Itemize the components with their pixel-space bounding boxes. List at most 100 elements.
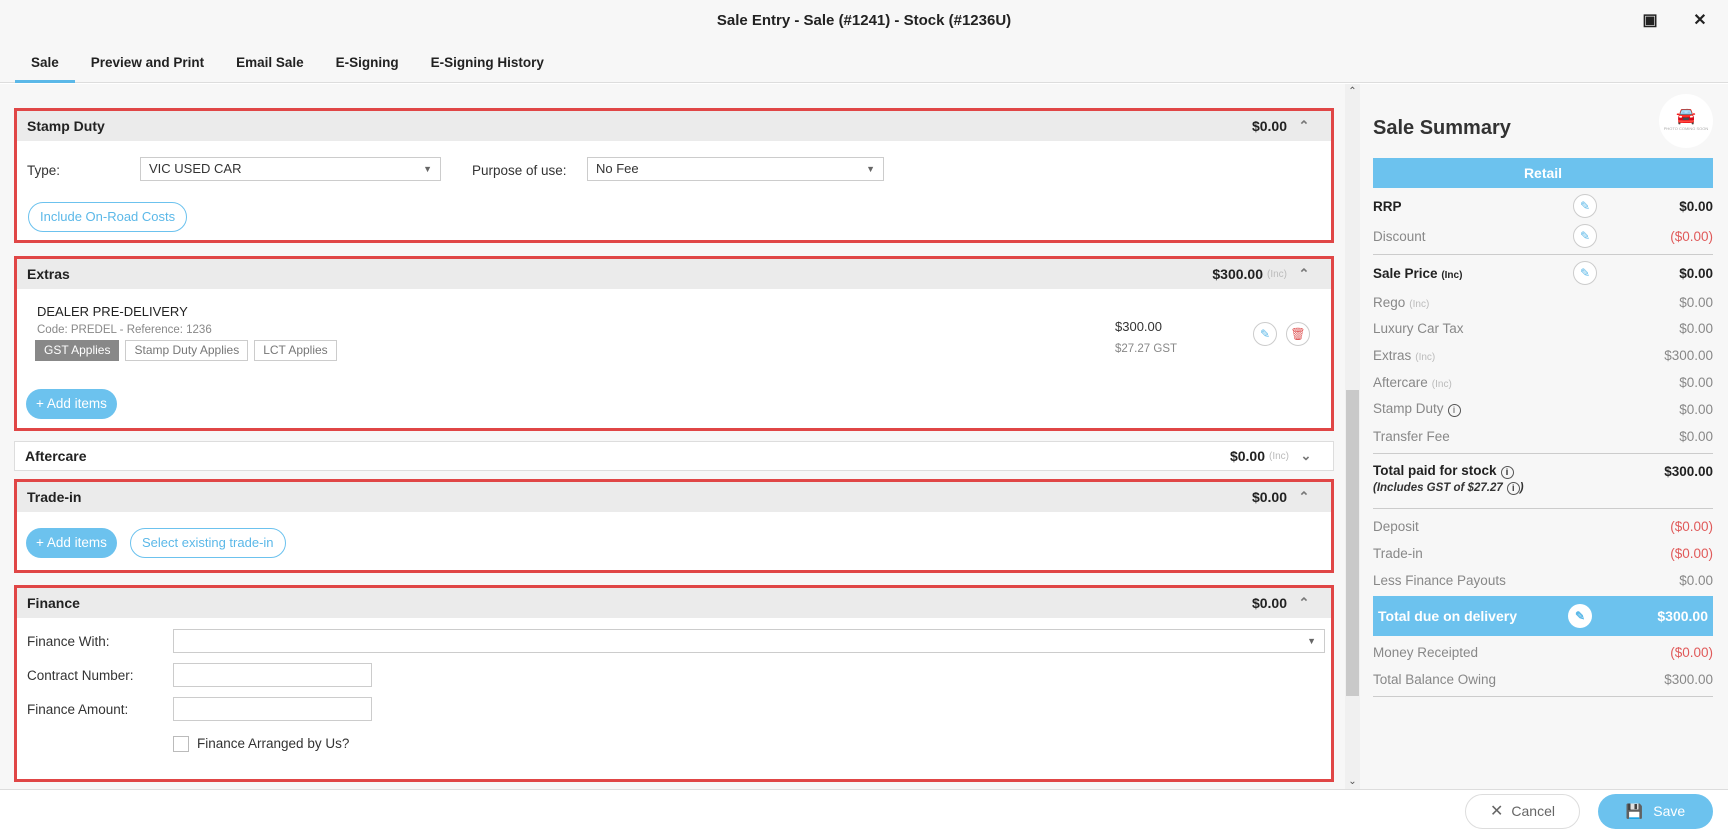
edit-sale-price-pencil-icon[interactable]: ✎ bbox=[1573, 261, 1597, 285]
add-items-label: Add items bbox=[46, 396, 107, 411]
tab-email-sale[interactable]: Email Sale bbox=[220, 41, 320, 83]
extras-value: $300.00 bbox=[1664, 347, 1713, 363]
finance-payouts-value: $0.00 bbox=[1679, 572, 1713, 588]
rrp-row: RRP $0.00 bbox=[1373, 194, 1713, 218]
summary-title: Sale Summary bbox=[1373, 117, 1511, 139]
tab-e-signing-history[interactable]: E-Signing History bbox=[415, 41, 560, 83]
aftercare-row: Aftercare (Inc) $0.00 bbox=[1373, 370, 1713, 394]
lct-label: Luxury Car Tax bbox=[1373, 320, 1464, 336]
save-button[interactable]: 💾 Save bbox=[1598, 794, 1713, 829]
extra-item-gst: $27.27 GST bbox=[1115, 343, 1178, 355]
inc-label: (Inc) bbox=[1431, 378, 1452, 390]
purpose-select[interactable]: No Fee ▼ bbox=[587, 157, 884, 181]
caret-down-icon: ▼ bbox=[1307, 636, 1316, 646]
section-title: Extras bbox=[27, 266, 70, 282]
rego-label: Rego bbox=[1373, 294, 1406, 310]
extras-section: Extras $300.00 (Inc) ⌃ DEALER PRE-DELIVERY … bbox=[14, 256, 1334, 431]
lct-row: Luxury Car Tax $0.00 bbox=[1373, 316, 1713, 340]
section-amount: $0.00 bbox=[1251, 595, 1287, 611]
tab-e-signing[interactable]: E-Signing bbox=[320, 41, 415, 83]
divider bbox=[1373, 508, 1713, 509]
aftercare-value: $0.00 bbox=[1679, 374, 1713, 390]
add-extras-button[interactable]: + Add items bbox=[26, 389, 117, 419]
divider bbox=[1373, 254, 1713, 255]
retail-mode-banner[interactable]: Retail bbox=[1373, 158, 1713, 188]
edit-rrp-pencil-icon[interactable]: ✎ bbox=[1573, 194, 1597, 218]
contract-number-label: Contract Number: bbox=[27, 668, 134, 683]
balance-owing-label: Total Balance Owing bbox=[1373, 671, 1497, 687]
edit-pencil-icon[interactable]: ✎ bbox=[1253, 322, 1277, 346]
balance-owing-value: $300.00 bbox=[1664, 671, 1713, 687]
aftercare-header[interactable]: Aftercare $0.00 (Inc) ⌄ bbox=[15, 442, 1333, 470]
type-select[interactable]: VIC USED CAR ▼ bbox=[140, 157, 441, 181]
scroll-down-icon[interactable]: ⌄ bbox=[1345, 776, 1360, 787]
lct-applies-tag[interactable]: LCT Applies bbox=[254, 340, 337, 361]
section-amount: $0.00 bbox=[1229, 448, 1265, 464]
purpose-label: Purpose of use: bbox=[472, 163, 567, 178]
aftercare-section: Aftercare $0.00 (Inc) ⌄ bbox=[14, 441, 1334, 471]
extra-item-price: $300.00 bbox=[1115, 319, 1162, 334]
finance-with-label: Finance With: bbox=[27, 634, 110, 649]
car-icon: 🚘 bbox=[1676, 108, 1696, 125]
finance-arranged-checkbox[interactable] bbox=[173, 736, 189, 752]
finance-with-select[interactable]: ▼ bbox=[173, 629, 1325, 653]
stamp-duty-label: Stamp Duty bbox=[1373, 401, 1444, 416]
inc-label: (Inc) bbox=[1415, 351, 1436, 363]
tab-preview-and-print[interactable]: Preview and Print bbox=[75, 41, 220, 83]
section-amount: $0.00 bbox=[1251, 489, 1287, 505]
aftercare-label: Aftercare bbox=[1373, 374, 1428, 390]
section-amount: $300.00 bbox=[1212, 266, 1263, 282]
edit-total-due-pencil-icon[interactable]: ✎ bbox=[1568, 604, 1592, 628]
scrollbar[interactable]: ⌃ ⌄ bbox=[1345, 84, 1360, 789]
footer: ✕ Cancel 💾 Save bbox=[0, 789, 1728, 832]
tab-sale[interactable]: Sale bbox=[15, 41, 75, 83]
delete-trash-icon[interactable]: 🗑 bbox=[1286, 322, 1310, 346]
sale-price-label: Sale Price bbox=[1373, 265, 1438, 281]
stamp-duty-applies-tag[interactable]: Stamp Duty Applies bbox=[125, 340, 249, 361]
add-trade-in-button[interactable]: + Add items bbox=[26, 528, 117, 558]
chevron-up-icon[interactable]: ⌃ bbox=[1287, 595, 1321, 611]
close-icon[interactable]: ✕ bbox=[1682, 0, 1718, 41]
window-title: Sale Entry - Sale (#1241) - Stock (#1236… bbox=[716, 12, 1012, 29]
plus-icon: + bbox=[36, 535, 47, 550]
vehicle-photo-placeholder: 🚘 PHOTO COMING SOON bbox=[1659, 94, 1713, 148]
money-receipted-row: Money Receipted ($0.00) bbox=[1373, 640, 1713, 664]
extra-item-code: Code: PREDEL - Reference: 1236 bbox=[37, 324, 212, 336]
scrollbar-thumb[interactable] bbox=[1346, 390, 1359, 696]
chevron-up-icon[interactable]: ⌃ bbox=[1287, 489, 1321, 505]
select-existing-trade-in-button[interactable]: Select existing trade-in bbox=[130, 528, 286, 558]
finance-section: Finance $0.00 ⌃ Finance With: ▼ Contract N… bbox=[14, 585, 1334, 782]
rrp-label: RRP bbox=[1373, 198, 1402, 214]
stamp-duty-header[interactable]: Stamp Duty $0.00 ⌃ bbox=[17, 111, 1331, 141]
scroll-up-icon[interactable]: ⌃ bbox=[1345, 86, 1360, 97]
floppy-disk-icon: 💾 bbox=[1625, 803, 1644, 819]
finance-amount-input[interactable] bbox=[173, 697, 372, 721]
chevron-down-icon[interactable]: ⌄ bbox=[1289, 448, 1323, 464]
include-on-road-costs-button[interactable]: Include On-Road Costs bbox=[28, 202, 188, 232]
trade-in-header[interactable]: Trade-in $0.00 ⌃ bbox=[17, 482, 1331, 512]
deposit-label: Deposit bbox=[1373, 518, 1419, 534]
gst-applies-tag[interactable]: GST Applies bbox=[35, 340, 120, 361]
finance-header[interactable]: Finance $0.00 ⌃ bbox=[17, 588, 1331, 618]
close-x-icon: ✕ bbox=[1490, 803, 1504, 820]
contract-number-input[interactable] bbox=[173, 663, 372, 687]
edit-discount-pencil-icon[interactable]: ✎ bbox=[1573, 224, 1597, 248]
finance-amount-label: Finance Amount: bbox=[27, 702, 129, 717]
transfer-fee-label: Transfer Fee bbox=[1373, 428, 1450, 444]
chevron-up-icon[interactable]: ⌃ bbox=[1287, 118, 1321, 134]
extras-header[interactable]: Extras $300.00 (Inc) ⌃ bbox=[17, 259, 1331, 289]
info-icon[interactable]: i bbox=[1447, 404, 1461, 417]
total-paid-value: $300.00 bbox=[1664, 463, 1713, 479]
cancel-button[interactable]: ✕ Cancel bbox=[1465, 794, 1580, 829]
inc-label: (Inc) bbox=[1267, 268, 1287, 280]
finance-payouts-row: Less Finance Payouts $0.00 bbox=[1373, 568, 1713, 592]
deposit-row: Deposit ($0.00) bbox=[1373, 514, 1713, 538]
rrp-value: $0.00 bbox=[1679, 198, 1713, 214]
gst-note-text: (Includes GST of $27.27 bbox=[1373, 482, 1503, 494]
maximize-icon[interactable]: ▣ bbox=[1632, 0, 1668, 41]
finance-payouts-label: Less Finance Payouts bbox=[1373, 572, 1506, 588]
info-icon[interactable]: i bbox=[1500, 466, 1514, 479]
chevron-up-icon[interactable]: ⌃ bbox=[1287, 266, 1321, 282]
discount-label: Discount bbox=[1373, 228, 1426, 244]
info-icon[interactable]: i bbox=[1506, 482, 1520, 495]
